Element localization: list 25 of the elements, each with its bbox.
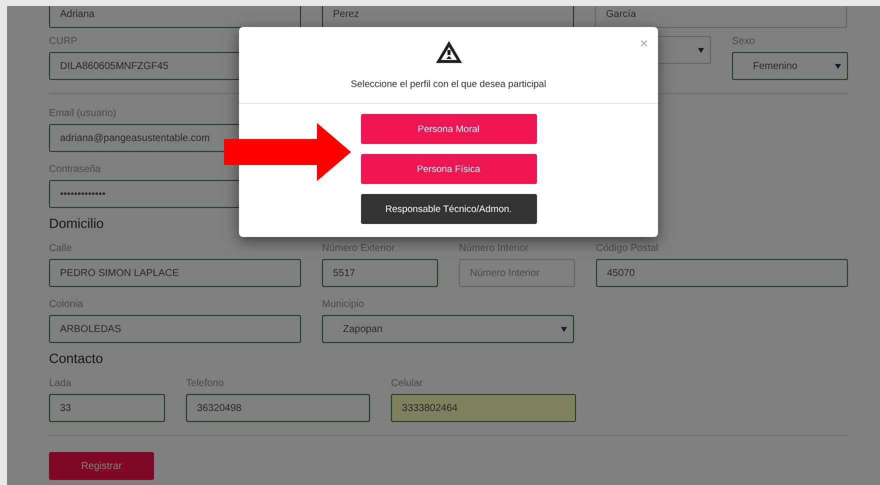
profile-option-button[interactable]: Persona Física [360,154,536,184]
profile-option-button[interactable]: Persona Moral [360,114,536,144]
section-heading: Domicilio [49,216,104,232]
input-field[interactable]: Perez [322,6,574,28]
input-field[interactable]: 36320498 [186,394,370,422]
input-field[interactable]: PEDRO SIMON LAPLACE [49,259,301,287]
input-field[interactable]: Adriana [49,6,301,28]
caret-icon [561,326,567,332]
select-field[interactable]: Femenino [732,52,848,80]
input-field[interactable]: 45070 [596,259,848,287]
input-field[interactable]: 33 [49,394,165,422]
arrow-icon [224,123,351,181]
input-field[interactable]: García [595,6,847,28]
input-field[interactable]: 3333802464 [391,394,576,422]
section-heading: Contacto [49,351,104,367]
warning-icon [434,40,462,64]
input-field[interactable]: ARBOLEDAS [49,315,301,343]
input-field[interactable]: 5517 [322,259,438,287]
dialog-message: Seleccione el perfil con el que desea participal [350,79,546,90]
register-button[interactable]: Registrar [49,452,154,480]
close-button[interactable]: × [640,35,648,51]
caret-icon [835,64,841,68]
caret-icon [698,48,704,52]
profile-option-button[interactable]: Responsable Técnico/Admon. [360,194,536,224]
select-field[interactable]: Zapopan [322,315,574,343]
